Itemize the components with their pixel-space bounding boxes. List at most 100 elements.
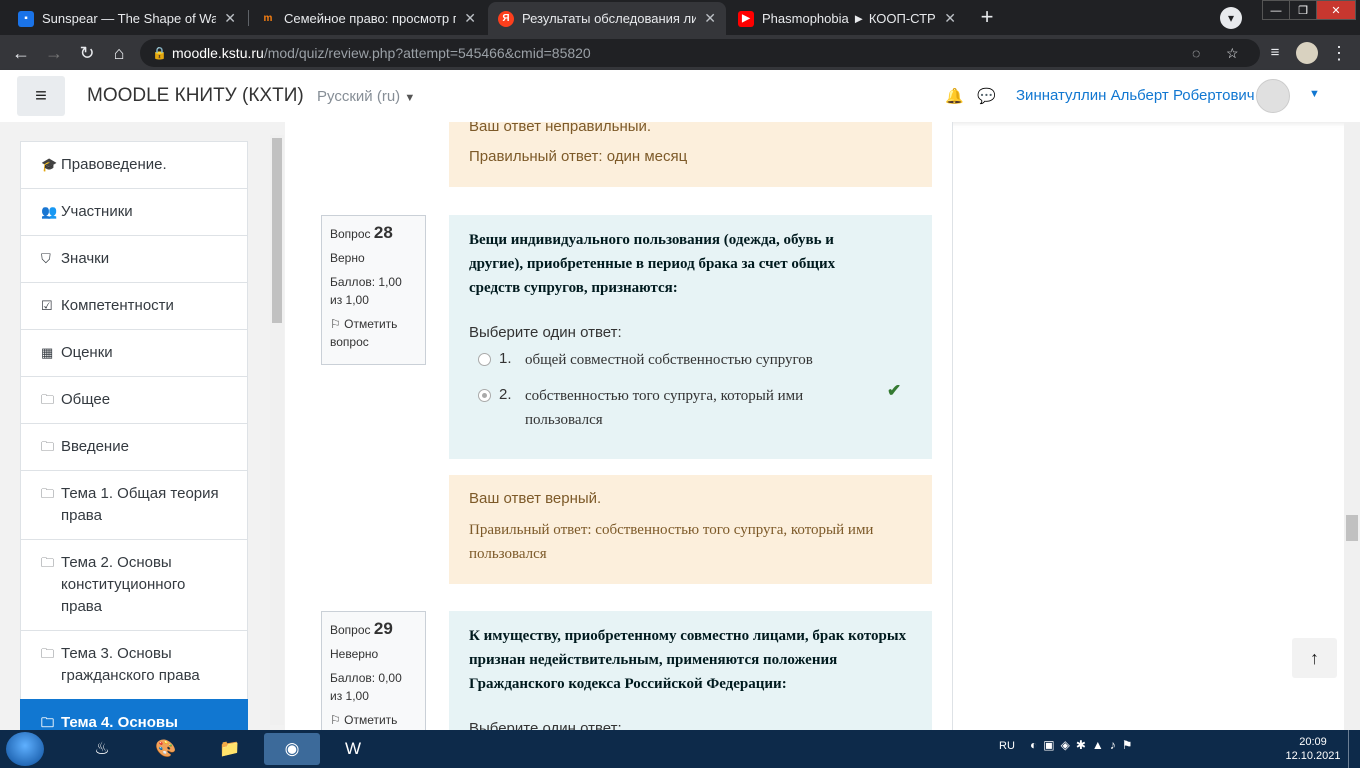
browser-tab-4[interactable]: ▶ Phasmophobia ► КООП-СТРИМ ✕ xyxy=(728,2,966,35)
close-icon[interactable]: ✕ xyxy=(224,10,236,27)
user-avatar[interactable] xyxy=(1256,79,1290,113)
paint-icon[interactable]: 🎨 xyxy=(146,733,186,765)
tray-icons[interactable]: ◐▣◈✱▲♪⚑ xyxy=(1030,738,1139,752)
drawer-item-label: Введение xyxy=(61,438,129,455)
site-name[interactable]: MOODLE КНИТУ (КХТИ) xyxy=(87,85,304,107)
browser-tab-2[interactable]: m Семейное право: просмотр попытки ✕ xyxy=(250,2,486,35)
page-scrollbar[interactable] xyxy=(1344,122,1360,730)
drawer-item-label: Значки xyxy=(61,250,110,267)
user-menu-caret-icon[interactable]: ▼ xyxy=(1309,88,1320,100)
shield-icon: ⛉ xyxy=(41,251,51,266)
drawer-item-topic-1[interactable]: 🗀 Тема 1. Общая теория права xyxy=(20,470,248,540)
yandex-favicon-icon: Я xyxy=(498,10,514,27)
feedback-correct-answer: Правильный ответ: один месяц xyxy=(469,148,688,165)
drawer-item-label: Тема 3. Основы гражданского права xyxy=(61,645,200,684)
windows-taskbar: ♨ 🎨 📁 ◉ W xyxy=(0,730,1360,768)
browser-tab-3[interactable]: Я Результаты обследования лица... ✕ xyxy=(488,2,726,35)
browser-toolbar: ← → ↻ ⌂ 🔒 moodle.kstu.ru/mod/quiz/review… xyxy=(0,35,1360,70)
chat-bubble-icon[interactable]: 💬 xyxy=(977,87,996,105)
user-name[interactable]: Зиннатуллин Альберт Робертович xyxy=(1016,87,1255,104)
bell-icon[interactable]: 🔔 xyxy=(945,87,964,105)
flag-icon: ⚐ xyxy=(330,317,341,331)
drawer-item-topic-2[interactable]: 🗀 Тема 2. Основы конституционного права xyxy=(20,539,248,631)
language-menu[interactable]: Русский (ru) ▼ xyxy=(317,88,415,105)
reading-list-icon[interactable]: ≡ xyxy=(1264,42,1286,64)
main-content: Ваш ответ неправильный. Правильный ответ… xyxy=(285,122,953,730)
profile-avatar-icon[interactable] xyxy=(1296,42,1318,64)
lock-icon[interactable]: 🔒 xyxy=(152,39,167,67)
question-info-28: Вопрос 28 Верно Баллов: 1,00 из 1,00 ⚐ О… xyxy=(321,215,426,365)
feedback-panel-q27: Ваш ответ неправильный. Правильный ответ… xyxy=(449,122,932,187)
drawer-item-label: Общее xyxy=(61,391,111,408)
drawer-item-general[interactable]: 🗀 Общее xyxy=(20,376,248,424)
close-window-button[interactable]: ✕ xyxy=(1316,0,1356,20)
steam-icon[interactable]: ♨ xyxy=(82,733,122,765)
drawer-item-topic-3[interactable]: 🗀 Тема 3. Основы гражданского права xyxy=(20,630,248,700)
minimize-button[interactable]: — xyxy=(1262,0,1290,20)
drawer-item-participants[interactable]: 👥 Участники xyxy=(20,188,248,236)
question-grade: Баллов: 0,00 из 1,00 xyxy=(330,671,402,703)
more-options-icon[interactable]: ⋮ xyxy=(1328,42,1350,64)
flag-question-link[interactable]: ⚐ Отметить вопрос xyxy=(330,315,417,351)
word-icon[interactable]: W xyxy=(330,733,376,765)
star-icon[interactable]: ☆ xyxy=(1226,39,1239,67)
start-button[interactable] xyxy=(6,732,44,766)
close-icon[interactable]: ✕ xyxy=(944,10,956,27)
show-desktop-button[interactable] xyxy=(1348,730,1360,768)
browser-tab-1[interactable]: ▪ Sunspear — The Shape of Wax ✕ xyxy=(8,2,246,35)
back-to-top-button[interactable]: ↑ xyxy=(1292,638,1337,678)
answer-radio-1[interactable] xyxy=(478,353,491,366)
select-one-label: Выберите один ответ: xyxy=(469,324,622,341)
question-prompt: К имуществу, приобретенному совместно ли… xyxy=(469,628,907,692)
question-text-28: Вещи индивидуального пользования (одежда… xyxy=(449,215,932,459)
drawer-scrollbar-thumb[interactable] xyxy=(272,138,282,323)
feedback-result: Ваш ответ неправильный. xyxy=(469,122,652,135)
system-clock[interactable]: 20:09 12.10.2021 xyxy=(1283,735,1343,763)
correct-check-icon: ✔ xyxy=(887,381,902,400)
url-path: /mod/quiz/review.php?attempt=545466&cmid… xyxy=(263,45,591,61)
drawer-item-label: Компетентности xyxy=(61,297,174,314)
nav-drawer: 🎓 Правоведение. 👥 Участники ⛉ Значки ☑ Компе… xyxy=(0,122,285,730)
maximize-button[interactable]: ❐ xyxy=(1289,0,1317,20)
drawer-item-competencies[interactable]: ☑ Компетентности xyxy=(20,282,248,330)
folder-icon: 🗀 xyxy=(41,439,55,454)
feedback-panel-28: Ваш ответ верный. Правильный ответ: собс… xyxy=(449,475,932,584)
drawer-item-label: Участники xyxy=(61,203,133,220)
drawer-item-badges[interactable]: ⛉ Значки xyxy=(20,235,248,283)
question-grade: Баллов: 1,00 из 1,00 xyxy=(330,275,402,307)
tab-search-icon[interactable]: ▾ xyxy=(1220,7,1242,29)
address-bar[interactable]: 🔒 moodle.kstu.ru/mod/quiz/review.php?att… xyxy=(140,39,1260,67)
reload-icon[interactable]: ↻ xyxy=(76,42,98,64)
eye-off-icon[interactable]: ◌ xyxy=(1192,39,1200,67)
drawer-item-intro[interactable]: 🗀 Введение xyxy=(20,423,248,471)
flag-question-link[interactable]: ⚐ Отметить xyxy=(330,711,417,729)
new-tab-button[interactable]: + xyxy=(975,6,999,30)
file-explorer-icon[interactable]: 📁 xyxy=(210,733,250,765)
drawer-item-label: Тема 4. Основы xyxy=(61,714,178,730)
question-text-29: К имуществу, приобретенному совместно ли… xyxy=(449,611,932,730)
folder-icon: 🗀 xyxy=(41,392,55,407)
feedback-result: Ваш ответ верный. xyxy=(469,490,602,507)
close-icon[interactable]: ✕ xyxy=(464,10,476,27)
answer-text-1: общей совместной собственностью супругов xyxy=(525,352,813,368)
close-icon[interactable]: ✕ xyxy=(704,10,716,27)
page-scrollbar-thumb[interactable] xyxy=(1346,515,1358,541)
drawer-item-label: Тема 1. Общая теория права xyxy=(61,485,219,524)
drawer-item-course[interactable]: 🎓 Правоведение. xyxy=(20,141,248,189)
back-icon[interactable]: ← xyxy=(10,42,32,64)
flag-icon: ⚐ xyxy=(330,713,341,727)
answer-number: 1. xyxy=(499,350,512,367)
select-one-label: Выберите один ответ: xyxy=(469,720,622,730)
chat-favicon-icon: ▪ xyxy=(18,10,34,27)
chrome-icon[interactable]: ◉ xyxy=(264,733,320,765)
answer-radio-2[interactable] xyxy=(478,389,491,402)
home-icon[interactable]: ⌂ xyxy=(108,42,130,64)
drawer-item-grades[interactable]: ▦ Оценки xyxy=(20,329,248,377)
keyboard-language[interactable]: RU xyxy=(999,740,1015,752)
forward-icon[interactable]: → xyxy=(43,42,65,64)
question-state: Верно xyxy=(330,251,365,265)
answer-text-2: собственностью того супруга, который ими… xyxy=(525,388,804,428)
drawer-toggle-button[interactable]: ≡ xyxy=(17,76,65,116)
question-state: Неверно xyxy=(330,647,379,661)
drawer-item-topic-4[interactable]: 🗀 Тема 4. Основы xyxy=(20,699,248,730)
